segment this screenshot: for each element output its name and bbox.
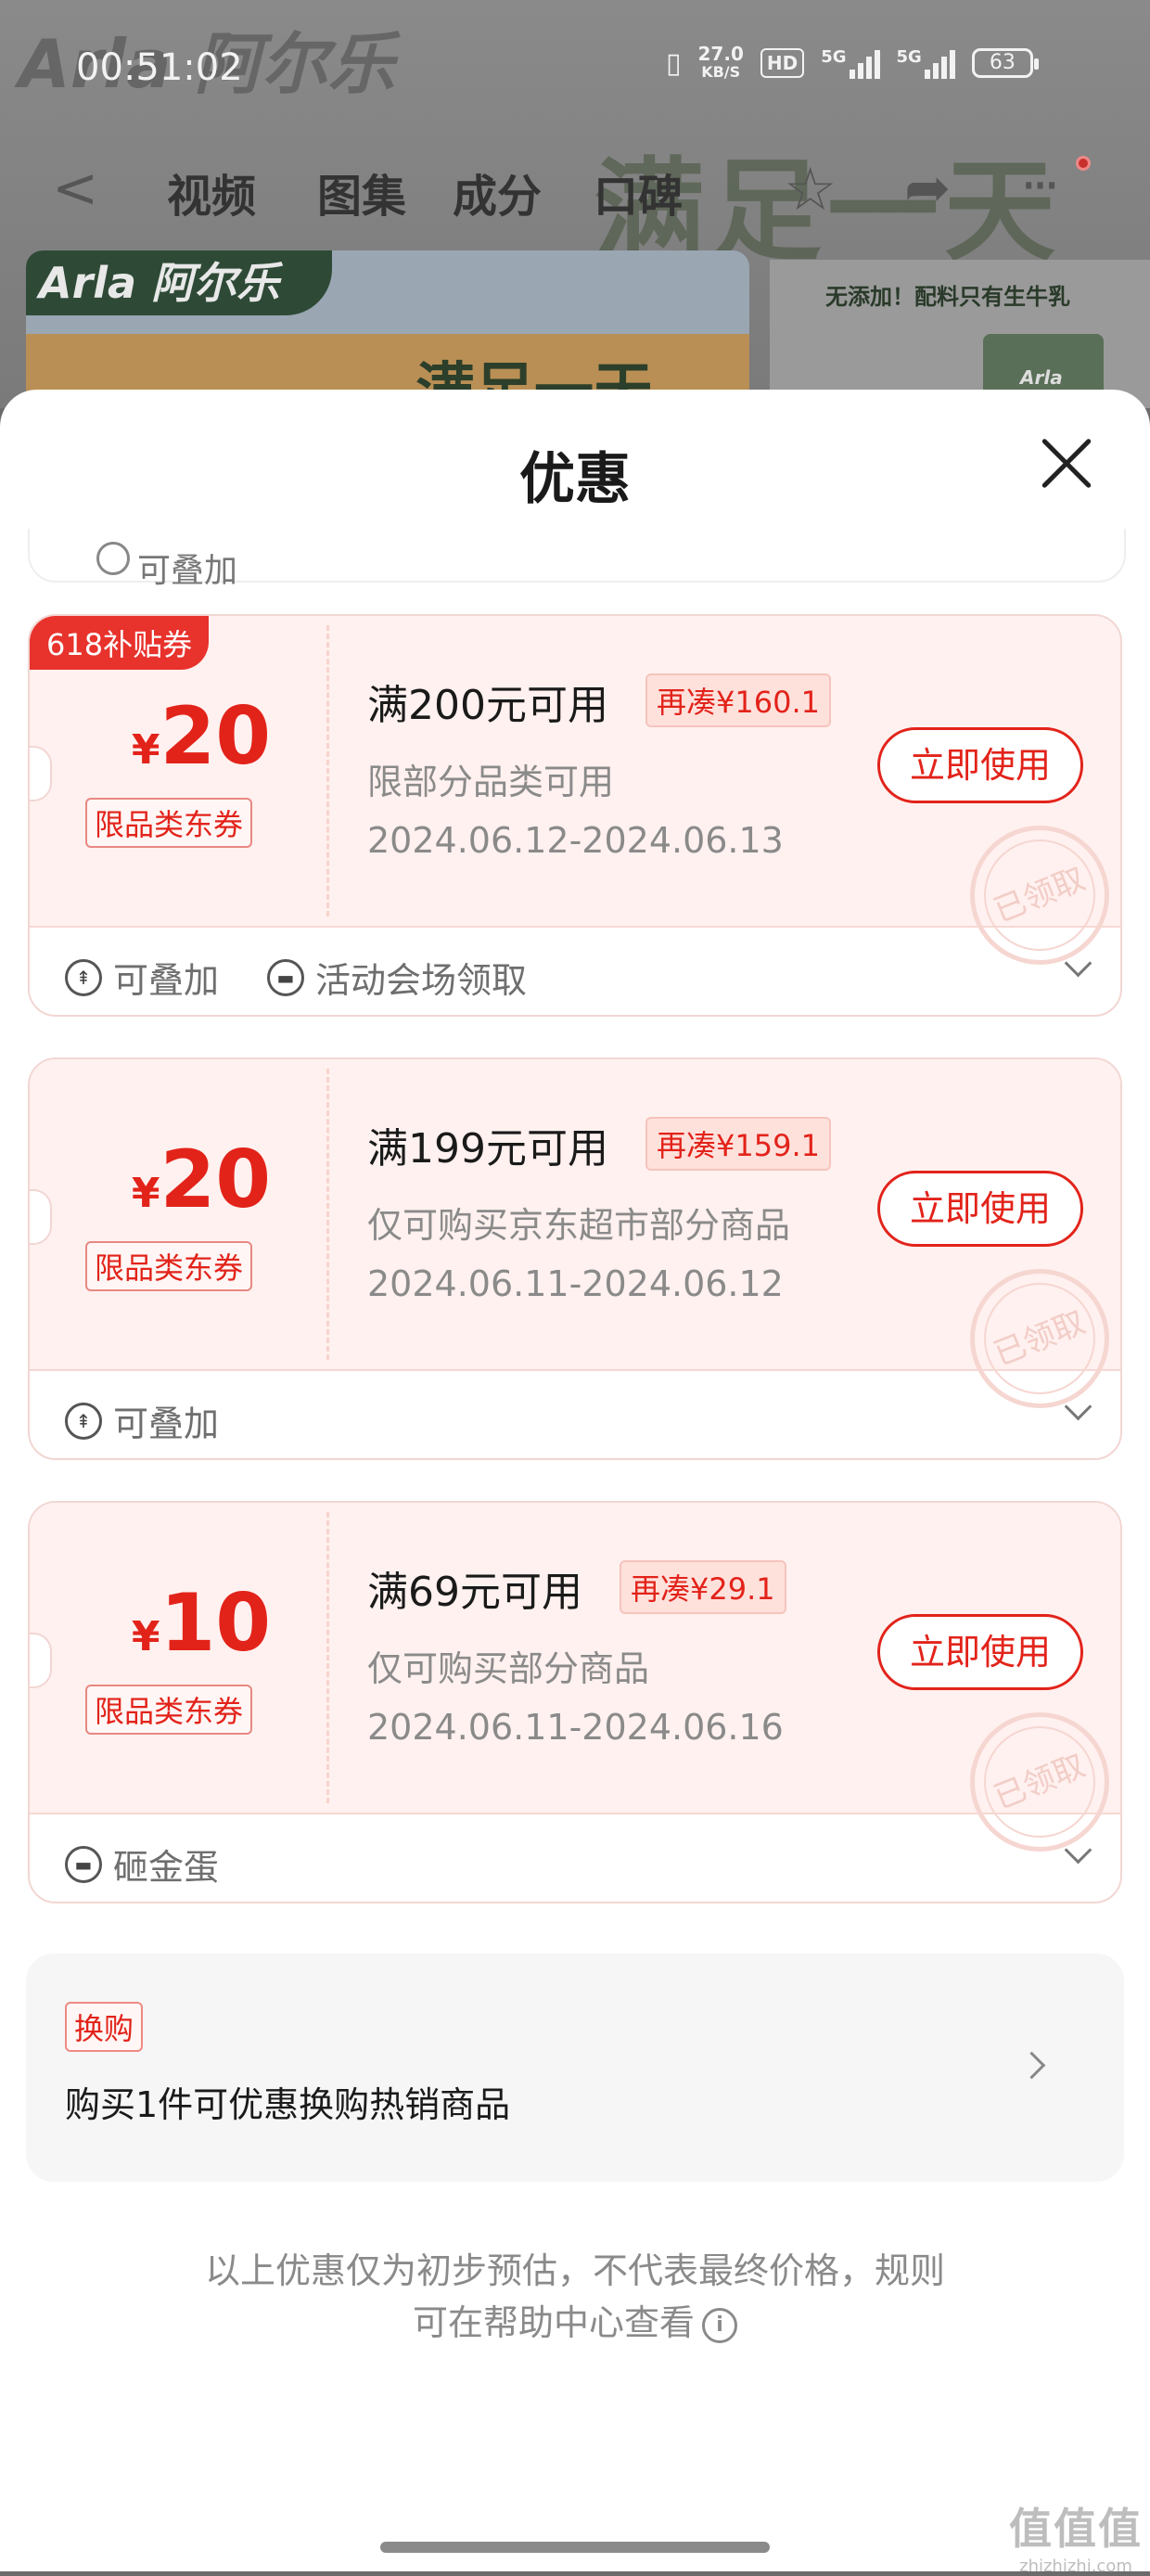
topup-amount-badge: 再凑¥159.1 <box>645 1117 831 1171</box>
use-now-button[interactable]: 立即使用 <box>877 1171 1083 1247</box>
coupon-condition: 满69元可用 <box>367 1569 582 1616</box>
coupon-card: ¥20 限品类东券 满199元可用 再凑¥159.1 仅可购买京东超市部分商品 … <box>28 1057 1122 1460</box>
network-speed: 27.0 KB/S <box>697 43 744 81</box>
background-right-text: 无添加！配料只有生牛乳 <box>825 284 1070 310</box>
coupon-card: ¥10 限品类东券 满69元可用 再凑¥29.1 仅可购买部分商品 2024.0… <box>28 1501 1122 1903</box>
status-time: 00:51:02 <box>76 46 243 89</box>
coupon-scope: 仅可购买部分商品 <box>367 1648 650 1689</box>
topup-amount-badge: 再凑¥29.1 <box>620 1560 786 1614</box>
stackable-icon <box>96 542 130 575</box>
status-icons: ▯ 27.0 KB/S HD 5G 5G 63 <box>666 43 1039 82</box>
close-icon[interactable] <box>1039 436 1094 492</box>
status-bar: 00:51:02 ▯ 27.0 KB/S HD 5G 5G 63 <box>0 0 1150 139</box>
coupon-condition: 满200元可用 <box>367 682 608 729</box>
milk-carton-label: Arla <box>1020 366 1063 389</box>
coupon-scope: 限部分品类可用 <box>367 762 615 802</box>
tab-video[interactable]: 视频 <box>167 160 256 224</box>
tab-gallery[interactable]: 图集 <box>317 160 406 224</box>
signal-icon-2: 5G <box>897 47 955 79</box>
back-arrow-icon[interactable]: < <box>52 156 98 221</box>
partial-tag-label: 可叠加 <box>137 552 238 590</box>
coupon-condition: 满199元可用 <box>367 1125 608 1173</box>
coupon-card: 618补贴券 ¥20 限品类东券 满200元可用 再凑¥160.1 限部分品类可… <box>28 614 1122 1017</box>
disclaimer: 以上优惠仅为初步预估，不代表最终价格，规则 可在帮助中心查看 i <box>204 2250 945 2343</box>
more-icon[interactable]: ··· <box>1020 154 1060 217</box>
coupon-amount: ¥20 <box>131 690 272 783</box>
tag-stackable: ⇞ 可叠加 <box>65 952 219 1003</box>
coupon-list[interactable]: 可叠加 618补贴券 ¥20 限品类东券 满200元可用 再凑¥160.1 限部… <box>0 529 1150 2571</box>
banner-logo: Arla 阿尔乐 <box>26 250 332 315</box>
battery-icon: 63 <box>971 48 1039 78</box>
hd-voice-icon: HD <box>760 48 805 78</box>
signal-icon: 5G <box>821 47 880 79</box>
product-nav-bar: < 视频 图集 成分 口碑 ☆ ➦ ··· <box>0 148 1150 232</box>
tag-event-venue: ▬ 活动会场领取 <box>267 952 527 1003</box>
swap-description: 购买1件可优惠换购热销商品 <box>65 2084 511 2125</box>
tag-stackable: ⇞ 可叠加 <box>65 1395 219 1446</box>
chevron-down-icon[interactable] <box>1064 1392 1092 1421</box>
vibrate-icon: ▯ <box>666 46 682 80</box>
tag-golden-egg: ▬ 砸金蛋 <box>65 1839 219 1890</box>
coupon-validity-date: 2024.06.11-2024.06.16 <box>367 1707 784 1748</box>
coupon-amount: ¥10 <box>131 1577 272 1670</box>
topup-amount-badge: 再凑¥160.1 <box>645 673 831 727</box>
tab-reviews[interactable]: 口碑 <box>594 160 683 224</box>
coupon-amount: ¥20 <box>131 1134 272 1226</box>
sheet-title: 优惠 <box>519 447 631 512</box>
chevron-right-icon[interactable] <box>1017 2051 1046 2080</box>
subsidy-badge: 618补贴券 <box>30 616 210 670</box>
stackable-icon: ⇞ <box>65 958 102 996</box>
chevron-down-icon[interactable] <box>1064 949 1092 978</box>
info-icon[interactable]: i <box>702 2307 737 2343</box>
coupon-type-label: 限品类东券 <box>85 1241 253 1291</box>
coupon-validity-date: 2024.06.12-2024.06.13 <box>367 820 784 861</box>
share-icon[interactable]: ➦ <box>904 156 951 221</box>
coupon-validity-date: 2024.06.11-2024.06.12 <box>367 1263 784 1304</box>
coupon-type-label: 限品类东券 <box>85 1685 253 1735</box>
stackable-icon: ⇞ <box>65 1402 102 1440</box>
coupon-scope: 仅可购买京东超市部分商品 <box>367 1205 791 1246</box>
use-now-button[interactable]: 立即使用 <box>877 727 1083 803</box>
chevron-down-icon[interactable] <box>1064 1836 1092 1865</box>
use-now-button[interactable]: 立即使用 <box>877 1614 1083 1690</box>
swap-tag: 换购 <box>65 2002 144 2052</box>
home-indicator[interactable] <box>380 2542 770 2553</box>
tab-ingredients[interactable]: 成分 <box>453 160 542 224</box>
site-watermark: 值值值 zhizhizhi.com <box>1009 2504 1143 2576</box>
notification-dot-icon <box>1076 156 1091 171</box>
ticket-icon: ▬ <box>65 1845 102 1883</box>
coupon-type-label: 限品类东券 <box>85 798 253 848</box>
discount-sheet: 优惠 可叠加 618补贴券 ¥20 限品类东券 满200元可用 再凑¥160.1… <box>0 390 1150 2571</box>
background-banner: Arla 阿尔乐 满足一天 <box>26 250 749 408</box>
swap-purchase-card[interactable]: 换购 购买1件可优惠换购热销商品 <box>26 1954 1124 2182</box>
ticket-icon: ▬ <box>267 958 304 996</box>
star-icon[interactable]: ☆ <box>784 156 837 224</box>
partial-coupon-card: 可叠加 <box>28 529 1126 590</box>
